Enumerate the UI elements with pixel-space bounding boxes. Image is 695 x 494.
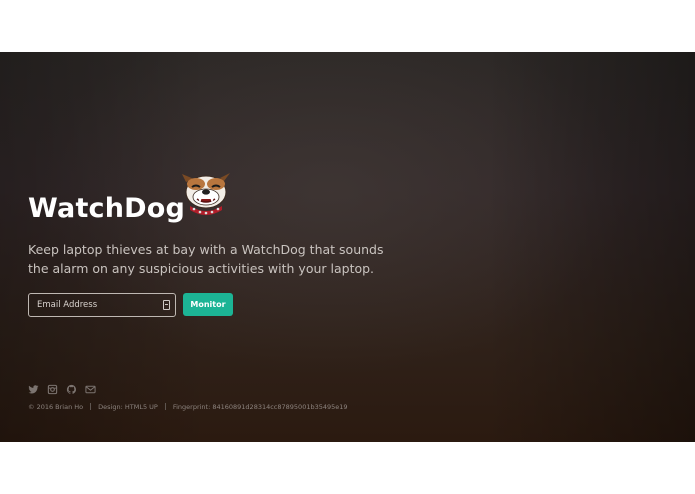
hero-section: WatchDog Keep laptop thieves at bay with… bbox=[0, 52, 695, 442]
social-links bbox=[28, 384, 96, 395]
fingerprint-text: Fingerprint: 84160891d28314cc87895001b35… bbox=[172, 403, 348, 411]
email-icon[interactable] bbox=[85, 384, 96, 395]
monitor-button[interactable]: Monitor bbox=[183, 293, 233, 316]
twitter-icon[interactable] bbox=[28, 384, 39, 395]
bulldog-mascot-icon bbox=[178, 172, 234, 220]
footer: © 2016 Brian Ho Design: HTML5 UP Fingerpri… bbox=[28, 403, 348, 411]
design-credit-link[interactable]: Design: HTML5 UP bbox=[98, 403, 158, 411]
copyright-text: © 2016 Brian Ho bbox=[28, 403, 84, 411]
footer-divider bbox=[90, 403, 92, 410]
instagram-icon[interactable] bbox=[47, 384, 58, 395]
email-input[interactable] bbox=[37, 298, 157, 312]
tagline: Keep laptop thieves at bay with a WatchD… bbox=[28, 242, 384, 276]
autofill-key-icon[interactable] bbox=[163, 300, 170, 310]
email-field[interactable] bbox=[28, 293, 176, 317]
footer-divider bbox=[164, 403, 166, 410]
page-title: WatchDog bbox=[28, 193, 186, 224]
github-icon[interactable] bbox=[66, 384, 77, 395]
